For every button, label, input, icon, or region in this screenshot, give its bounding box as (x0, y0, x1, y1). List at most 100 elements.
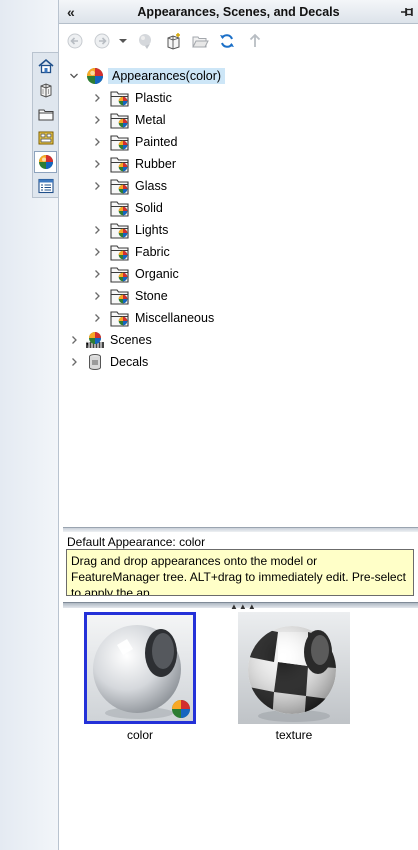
default-appearance-label: Default Appearance: color (67, 535, 206, 549)
chevron-right-icon[interactable] (90, 113, 104, 127)
decals-icon (85, 352, 105, 372)
chevron-down-icon[interactable] (67, 69, 81, 83)
tree-node-organic[interactable]: Organic (90, 263, 179, 285)
tree-node-label: Rubber (135, 157, 176, 171)
tree-node-appearances-root[interactable]: Appearances(color) (67, 65, 226, 87)
tree-node-label: Decals (110, 355, 149, 369)
tree-node-label: Miscellaneous (135, 311, 215, 325)
pin-icon[interactable] (400, 5, 414, 19)
new-folder-button[interactable] (163, 31, 183, 51)
chevron-right-icon[interactable] (90, 179, 104, 193)
splitter-grip-icon[interactable]: ▲▲▲ (230, 602, 257, 611)
refresh-icon (220, 34, 234, 48)
design-library-tab[interactable] (34, 79, 57, 101)
appearance-folder-icon (110, 154, 130, 174)
appearance-folder-icon (110, 110, 130, 130)
tree-node-metal[interactable]: Metal (90, 109, 166, 131)
tree-node-label: Painted (135, 135, 178, 149)
tree-node-glass[interactable]: Glass (90, 175, 167, 197)
tree-node-label: Appearances(color) (108, 68, 226, 84)
appearance-badge-icon (172, 700, 190, 718)
appearance-thumbnail-texture[interactable] (238, 612, 350, 724)
home-tab[interactable] (34, 55, 57, 77)
chevron-right-icon[interactable] (90, 91, 104, 105)
appearance-tree: Appearances(color) Plastic Metal Painted Ru… (59, 62, 418, 524)
appearance-folder-icon (110, 88, 130, 108)
dropdown-icon (119, 39, 127, 43)
panel-title: Appearances, Scenes, and Decals (137, 5, 340, 19)
up-level-button[interactable] (245, 31, 265, 51)
custom-properties-icon (37, 178, 54, 194)
chevron-right-icon[interactable] (90, 157, 104, 171)
thumbnail-label-color: color (126, 728, 153, 742)
forward-icon (94, 33, 110, 49)
appearance-folder-icon (110, 198, 130, 218)
tree-node-decals[interactable]: Decals (67, 351, 148, 373)
appearance-folder-icon (110, 220, 130, 240)
appearances-ball-icon (85, 66, 105, 86)
appearances-tab[interactable] (34, 151, 57, 173)
tree-node-fabric[interactable]: Fabric (90, 241, 170, 263)
tree-node-label: Glass (135, 179, 167, 193)
appearances-icon (38, 155, 53, 169)
chevron-right-icon[interactable] (90, 245, 104, 259)
tree-node-label: Organic (135, 267, 179, 281)
panel-toolbar (59, 25, 418, 57)
tree-node-label: Solid (135, 201, 163, 215)
tree-node-label: Plastic (135, 91, 172, 105)
appearance-folder-icon (110, 132, 130, 152)
appearance-thumbnail-color[interactable] (84, 612, 196, 724)
tree-node-stone[interactable]: Stone (90, 285, 168, 307)
tree-node-label: Fabric (135, 245, 170, 259)
task-pane-tabs (32, 52, 58, 198)
view-palette-icon (38, 131, 53, 145)
tree-node-scenes[interactable]: Scenes (67, 329, 152, 351)
tree-node-solid[interactable]: Solid (90, 197, 163, 219)
new-folder-box-icon (167, 33, 180, 50)
view-palette-tab[interactable] (34, 127, 57, 149)
gloss-sphere-thumbnail (87, 615, 193, 721)
tree-preview-splitter[interactable] (63, 527, 418, 532)
tree-node-plastic[interactable]: Plastic (90, 87, 172, 109)
parts-icon (40, 83, 51, 98)
chevron-right-icon[interactable] (90, 267, 104, 281)
up-level-icon (249, 33, 261, 47)
tree-node-rubber[interactable]: Rubber (90, 153, 176, 175)
appearance-folder-icon (110, 176, 130, 196)
open-folder-button[interactable] (190, 31, 210, 51)
back-icon (67, 33, 83, 49)
folder-icon (37, 109, 54, 121)
open-folder-icon (192, 36, 209, 48)
back-button[interactable] (65, 31, 85, 51)
add-to-favorites-icon (139, 34, 151, 49)
chevron-right-icon[interactable] (90, 289, 104, 303)
history-dropdown-button[interactable] (117, 31, 129, 51)
chevron-right-icon[interactable] (90, 223, 104, 237)
tree-node-label: Scenes (110, 333, 152, 347)
forward-button[interactable] (92, 31, 112, 51)
home-icon (37, 58, 54, 74)
chevron-right-icon[interactable] (67, 333, 81, 347)
checker-sphere-thumbnail (238, 612, 350, 724)
file-explorer-tab[interactable] (34, 103, 57, 125)
chevron-right-icon[interactable] (90, 311, 104, 325)
refresh-button[interactable] (217, 31, 237, 51)
tree-node-label: Metal (135, 113, 166, 127)
panel-title-bar: « Appearances, Scenes, and Decals (59, 0, 418, 24)
tree-node-painted[interactable]: Painted (90, 131, 177, 153)
chevron-right-icon[interactable] (90, 135, 104, 149)
chevron-right-icon[interactable] (67, 355, 81, 369)
tree-node-lights[interactable]: Lights (90, 219, 168, 241)
appearance-folder-icon (110, 308, 130, 328)
add-to-favorites-button[interactable] (136, 31, 156, 51)
tree-node-label: Lights (135, 223, 169, 237)
custom-properties-tab[interactable] (34, 175, 57, 197)
tree-node-label: Stone (135, 289, 168, 303)
appearance-folder-icon (110, 286, 130, 306)
scenes-icon (85, 330, 105, 350)
appearance-folder-icon (110, 264, 130, 284)
tree-node-miscellaneous[interactable]: Miscellaneous (90, 307, 214, 329)
tip-box: Drag and drop appearances onto the model… (66, 549, 414, 596)
appearance-folder-icon (110, 242, 130, 262)
